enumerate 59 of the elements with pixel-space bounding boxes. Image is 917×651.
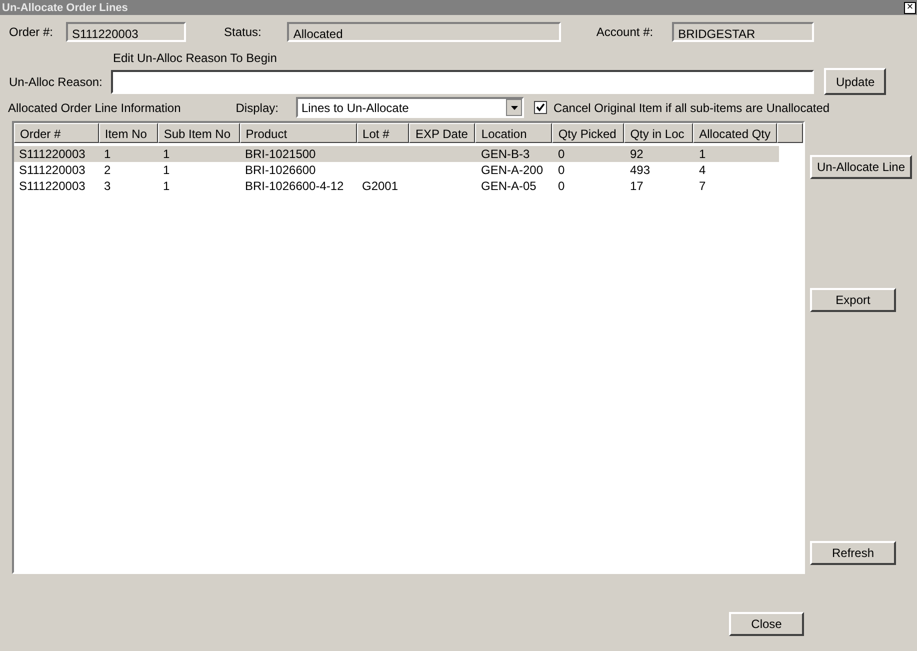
table-cell-text: G2001 (361, 178, 400, 194)
table-cell-text: 92 (629, 146, 644, 162)
section-title: Allocated Order Line Information (8, 100, 181, 114)
column-header[interactable]: Lot # (356, 123, 410, 143)
table-cell-text: 4 (698, 162, 707, 178)
status-field: Allocated (287, 22, 562, 42)
column-header[interactable]: Item No (98, 123, 158, 143)
table-cell-text: 0 (557, 146, 566, 162)
reason-hint: Edit Un-Alloc Reason To Begin (113, 51, 277, 65)
column-header[interactable]: Qty Picked (552, 123, 624, 143)
side-button[interactable]: Un-Allocate Line (810, 155, 912, 179)
table-cell-text: GEN-A-05 (480, 178, 538, 194)
table-cell-text: S111220003 (18, 162, 86, 178)
table-cell-text: BRI-1026600 (244, 162, 317, 178)
table-cell-text: 0 (557, 178, 566, 194)
column-header[interactable]: EXP Date (409, 123, 476, 143)
caret-icon (510, 106, 518, 110)
reason-field[interactable] (111, 70, 814, 94)
column-header[interactable]: Location (475, 123, 552, 143)
column-header[interactable]: Order # (14, 123, 99, 143)
side-button[interactable]: Refresh (810, 541, 896, 565)
display-dropdown[interactable]: Lines to Un-Allocate (296, 97, 524, 118)
window-title: Un-Allocate Order Lines (2, 2, 128, 14)
status-label: Status: (224, 25, 262, 39)
table-cell-text: 1 (162, 146, 171, 162)
table-cell-text: GEN-A-200 (480, 162, 544, 178)
update-button[interactable]: Update (824, 68, 886, 95)
table-cell-text: 2 (103, 162, 112, 178)
table-cell-text: BRI-1021500 (244, 146, 317, 162)
display-label: Display: (236, 100, 278, 114)
table-cell-text: 7 (698, 178, 707, 194)
table-cell-text: 1 (698, 146, 707, 162)
table-cell-text: 0 (557, 162, 566, 178)
table-cell-text: 1 (162, 178, 171, 194)
check-icon (536, 103, 546, 112)
table-cell-text: 1 (103, 146, 112, 162)
table-cell-text: 493 (629, 162, 652, 178)
close-button[interactable]: Close (729, 612, 804, 636)
table-cell-text: S111220003 (18, 178, 86, 194)
table-cell-text: GEN-B-3 (480, 146, 531, 162)
table-cell-text: 3 (103, 178, 112, 194)
column-header[interactable]: Product (240, 123, 357, 143)
table-cell-text: 17 (629, 178, 644, 194)
column-header[interactable]: Sub Item No (158, 123, 240, 143)
order-label: Order #: (9, 25, 54, 39)
column-header[interactable]: Qty in Loc (624, 123, 694, 143)
account-label: Account #: (596, 25, 654, 39)
order-field: S111220003 (66, 22, 186, 42)
side-button[interactable]: Export (810, 288, 896, 312)
cancel-label: Cancel Original Item if all sub-items are Unallocated (553, 100, 830, 114)
table-cell-text: BRI-1026600-4-12 (244, 178, 345, 194)
column-header[interactable]: Allocated Qty (693, 123, 778, 143)
table-row[interactable]: S111220003 1 1 BRI-1021500 GEN-B-3 0 92 1 (14, 146, 779, 162)
table-cell-text: S111220003 (18, 146, 86, 162)
close-button[interactable]: × (904, 2, 916, 14)
cancel-checkbox[interactable] (534, 101, 548, 114)
account-field: BRIDGESTAR (672, 22, 814, 42)
table-cell-text: 1 (162, 162, 171, 178)
reason-label: Un-Alloc Reason: (9, 74, 102, 88)
